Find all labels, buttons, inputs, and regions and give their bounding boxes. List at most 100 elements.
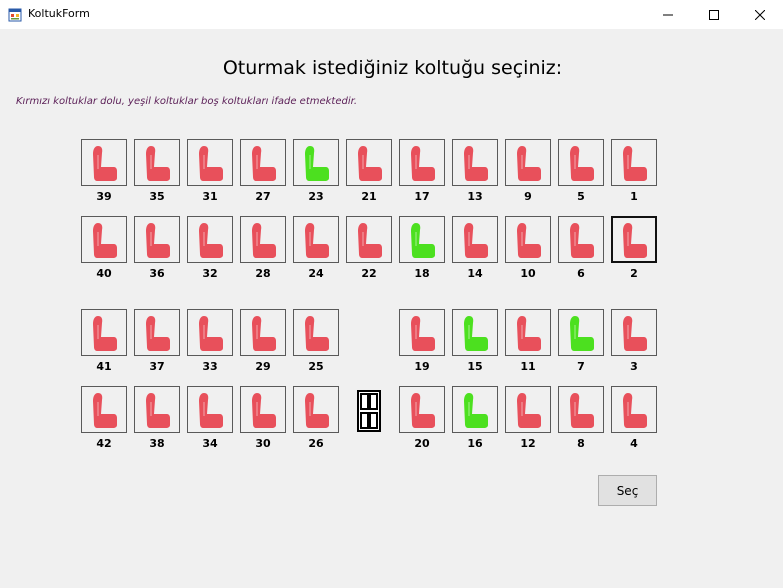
seat-11[interactable] [505,309,551,356]
seat-icon [197,392,223,428]
seat-icon [250,315,276,351]
seat-33[interactable] [187,309,233,356]
seat-icon [197,315,223,351]
seat-40[interactable] [81,216,127,263]
seat-icon [462,222,488,258]
seat-icon [197,145,223,181]
seat-10[interactable] [505,216,551,263]
seat-6[interactable] [558,216,604,263]
seat-25[interactable] [293,309,339,356]
legend-text: Kırmızı koltuklar dolu, yeşil koltuklar … [16,96,357,107]
seat-24[interactable] [293,216,339,263]
seat-number-label: 19 [414,360,430,373]
seat-icon [303,315,329,351]
seat-number-label: 21 [361,190,377,203]
seat-39[interactable] [81,139,127,186]
seat-icon [621,315,647,351]
seat-number-label: 23 [308,190,324,203]
seat-27[interactable] [240,139,286,186]
seat-42[interactable] [81,386,127,433]
seat-8[interactable] [558,386,604,433]
page-heading: Oturmak istediğiniz koltuğu seçiniz: [0,57,783,79]
seat-number-label: 4 [630,437,638,450]
seat-icon [409,145,435,181]
seat-icon [250,392,276,428]
seat-14[interactable] [452,216,498,263]
seat-26[interactable] [293,386,339,433]
seat-number-label: 18 [414,267,430,280]
seat-icon [621,145,647,181]
seat-icon [409,222,435,258]
seat-17[interactable] [399,139,445,186]
seat-icon [91,392,117,428]
seat-number-label: 27 [255,190,271,203]
seat-38[interactable] [134,386,180,433]
seat-number-label: 41 [96,360,112,373]
seat-13[interactable] [452,139,498,186]
seat-3[interactable] [611,309,657,356]
seat-7[interactable] [558,309,604,356]
seat-20[interactable] [399,386,445,433]
seat-number-label: 33 [202,360,218,373]
seat-icon [621,222,647,258]
seat-icon [356,222,382,258]
seat-29[interactable] [240,309,286,356]
seat-34[interactable] [187,386,233,433]
seat-number-label: 35 [149,190,165,203]
seat-number-label: 20 [414,437,430,450]
seat-28[interactable] [240,216,286,263]
seat-32[interactable] [187,216,233,263]
close-button[interactable] [737,0,783,29]
seat-number-label: 32 [202,267,218,280]
seat-number-label: 13 [467,190,483,203]
seat-30[interactable] [240,386,286,433]
seat-icon [197,222,223,258]
seat-icon [303,145,329,181]
seat-31[interactable] [187,139,233,186]
seat-icon [144,392,170,428]
seat-21[interactable] [346,139,392,186]
seat-number-label: 6 [577,267,585,280]
seat-19[interactable] [399,309,445,356]
seat-icon [515,315,541,351]
seat-icon [568,222,594,258]
seat-number-label: 25 [308,360,324,373]
select-button[interactable]: Seç [598,475,657,506]
seat-12[interactable] [505,386,551,433]
seat-5[interactable] [558,139,604,186]
seat-icon [568,392,594,428]
seat-icon [409,392,435,428]
seat-number-label: 38 [149,437,165,450]
seat-number-label: 37 [149,360,165,373]
seat-1[interactable] [611,139,657,186]
seat-number-label: 3 [630,360,638,373]
seat-number-label: 26 [308,437,324,450]
seat-number-label: 28 [255,267,271,280]
maximize-button[interactable] [691,0,737,29]
seat-18[interactable] [399,216,445,263]
seat-22[interactable] [346,216,392,263]
seat-9[interactable] [505,139,551,186]
seat-number-label: 40 [96,267,112,280]
seat-icon [91,315,117,351]
seat-number-label: 34 [202,437,218,450]
seat-41[interactable] [81,309,127,356]
minimize-button[interactable] [645,0,691,29]
seat-15[interactable] [452,309,498,356]
close-icon [754,5,766,24]
seat-number-label: 8 [577,437,585,450]
seat-37[interactable] [134,309,180,356]
seat-number-label: 16 [467,437,483,450]
seat-4[interactable] [611,386,657,433]
seat-number-label: 2 [630,267,638,280]
seat-35[interactable] [134,139,180,186]
seat-2[interactable] [611,216,657,263]
seat-icon [568,145,594,181]
seat-icon [515,145,541,181]
seat-icon [621,392,647,428]
seat-number-label: 5 [577,190,585,203]
seat-36[interactable] [134,216,180,263]
seat-16[interactable] [452,386,498,433]
seat-23[interactable] [293,139,339,186]
seat-number-label: 29 [255,360,271,373]
